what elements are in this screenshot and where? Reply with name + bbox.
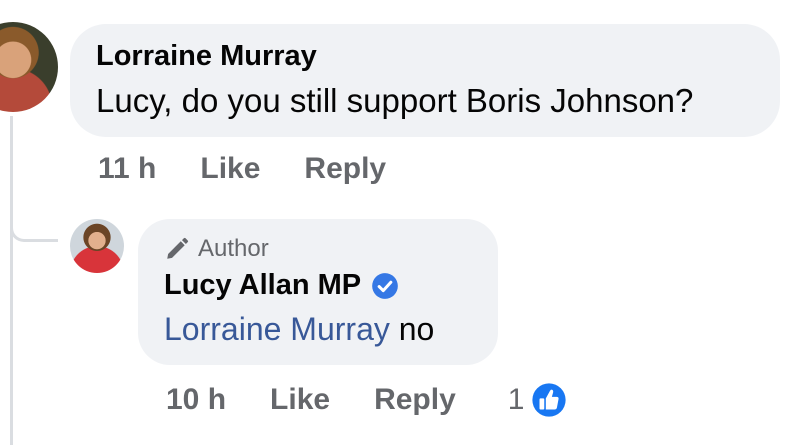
reply-author-row: Lucy Allan MP <box>164 269 399 302</box>
reply-text-body: no <box>389 311 435 347</box>
author-badge-label: Author <box>198 235 269 262</box>
comment-text: Lucy, do you still support Boris Johnson… <box>96 82 694 119</box>
reply-reply-button[interactable]: Reply <box>374 383 456 417</box>
avatar-lorraine-murray[interactable] <box>0 22 58 112</box>
comment-reply-button[interactable]: Reply <box>304 152 386 186</box>
reply-text: Lorraine Murray no <box>164 311 434 348</box>
author-badge: Author <box>164 235 269 263</box>
thread-line <box>10 116 13 445</box>
like-icon <box>531 381 568 419</box>
reply-timestamp[interactable]: 10 h <box>166 383 226 417</box>
comment-bubble: Lorraine Murray Lucy, do you still suppo… <box>70 24 780 137</box>
reply-connector-line <box>10 200 58 242</box>
pencil-icon <box>167 237 189 259</box>
comment-author-name[interactable]: Lorraine Murray <box>96 40 317 73</box>
reply-bubble: Author Lucy Allan MP Lorraine Murray no <box>138 219 498 365</box>
comment-actions: 11 h Like Reply <box>98 152 430 186</box>
reaction-summary[interactable]: 1 <box>508 381 569 419</box>
comment-thread: Lorraine Murray Lucy, do you still suppo… <box>0 0 800 445</box>
avatar-lucy-allan[interactable] <box>70 219 124 273</box>
comment-like-button[interactable]: Like <box>200 152 260 186</box>
reply-like-button[interactable]: Like <box>270 383 330 417</box>
mention-link[interactable]: Lorraine Murray <box>164 311 390 347</box>
verified-badge-icon <box>372 272 398 299</box>
comment-timestamp[interactable]: 11 h <box>98 152 156 186</box>
reaction-count: 1 <box>507 383 525 416</box>
reply-actions: 10 h Like Reply 1 <box>166 381 568 419</box>
reply-author-name[interactable]: Lucy Allan MP <box>164 269 361 302</box>
